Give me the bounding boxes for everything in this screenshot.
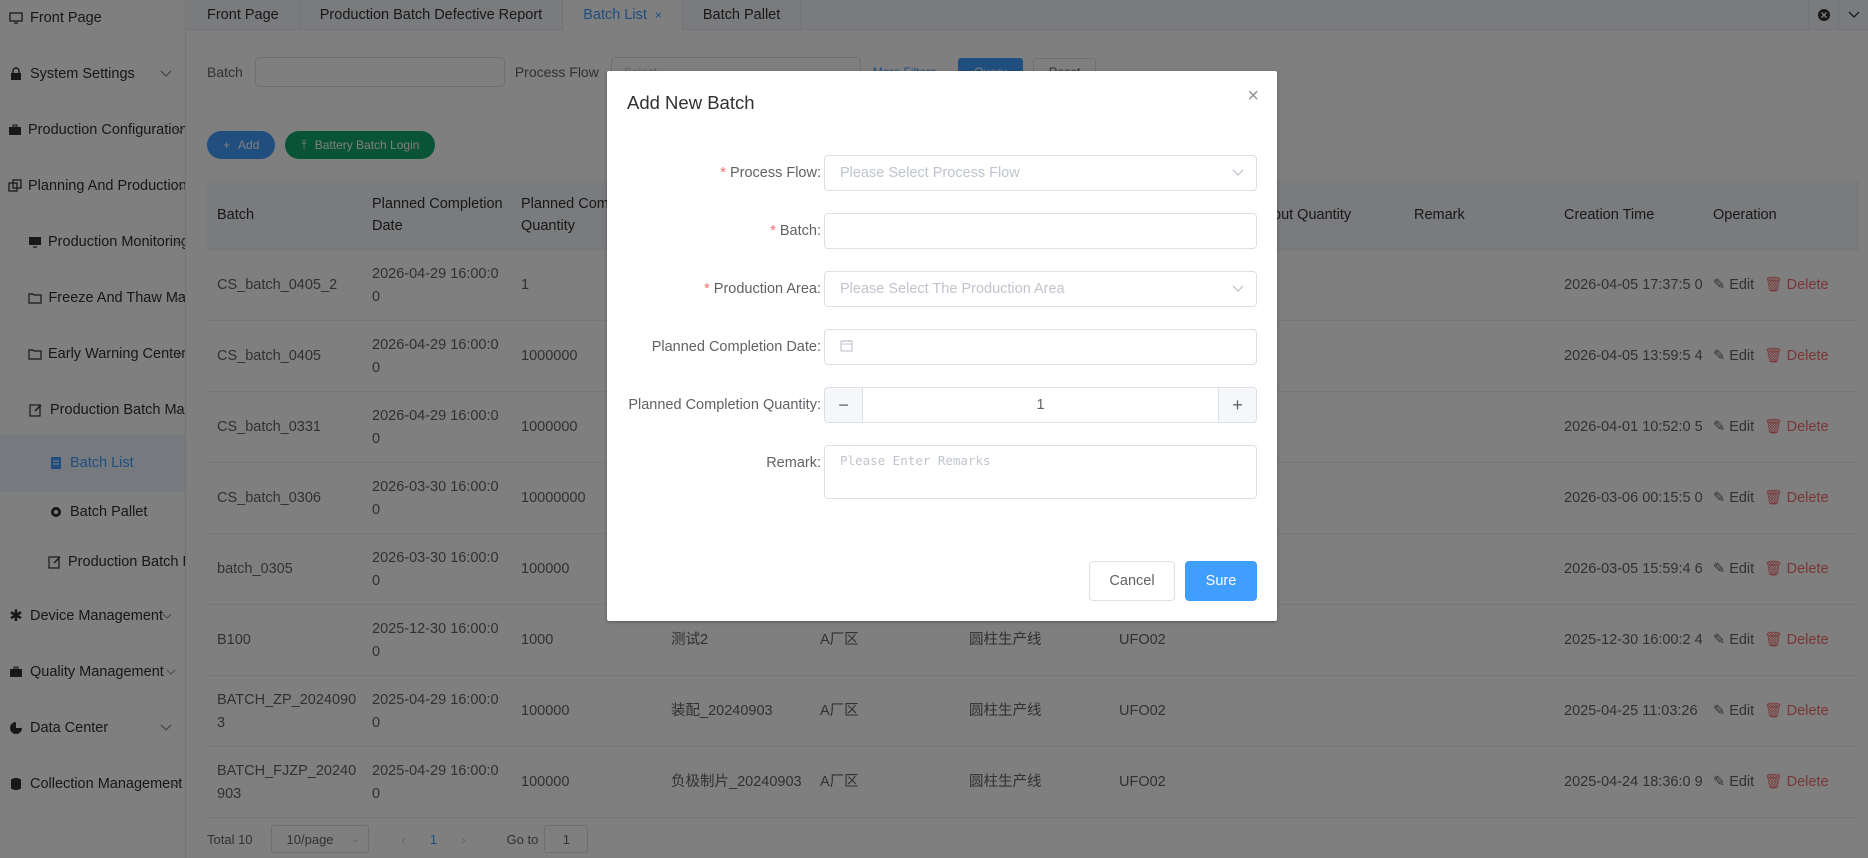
quantity-value[interactable]: 1 <box>863 397 1218 413</box>
required-mark: * <box>720 165 726 181</box>
planned-qty-label: Planned Completion Quantity: <box>628 397 821 413</box>
plus-icon[interactable]: + <box>1218 388 1256 422</box>
batch-row: * Batch: <box>607 213 1277 249</box>
calendar-icon <box>840 339 853 356</box>
production-area-label: * Production Area: <box>704 271 821 307</box>
remark-label: Remark: <box>766 455 821 471</box>
remark-row: Remark: Please Enter Remarks <box>607 445 1277 499</box>
quantity-stepper[interactable]: − 1 + <box>824 387 1257 423</box>
batch-label-text: Batch: <box>779 223 821 239</box>
required-mark: * <box>704 281 710 297</box>
chevron-down-icon <box>1232 281 1244 297</box>
process-flow-select[interactable]: Please Select Process Flow <box>824 155 1257 191</box>
process-flow-row: * Process Flow: Please Select Process Flo… <box>607 155 1277 191</box>
cancel-button[interactable]: Cancel <box>1089 561 1175 601</box>
process-flow-placeholder: Please Select Process Flow <box>840 165 1020 181</box>
batch-label: * Batch: <box>770 213 821 249</box>
batch-input[interactable] <box>824 213 1257 249</box>
process-flow-label: * Process Flow: <box>720 155 821 191</box>
required-mark: * <box>770 223 776 239</box>
planned-qty-row: Planned Completion Quantity: − 1 + <box>607 387 1277 423</box>
production-area-placeholder: Please Select The Production Area <box>840 281 1065 297</box>
process-flow-label-text: Process Flow: <box>729 165 821 181</box>
close-icon[interactable]: × <box>1247 85 1259 108</box>
minus-icon[interactable]: − <box>825 388 863 422</box>
planned-date-picker[interactable] <box>824 329 1257 365</box>
chevron-down-icon <box>1232 165 1244 181</box>
sure-button[interactable]: Sure <box>1185 561 1257 601</box>
add-batch-dialog: Add New Batch × * Process Flow: Please Se… <box>607 71 1277 621</box>
production-area-select[interactable]: Please Select The Production Area <box>824 271 1257 307</box>
production-area-label-text: Production Area: <box>713 281 821 297</box>
remark-placeholder: Please Enter Remarks <box>840 453 991 468</box>
dialog-title: Add New Batch <box>627 92 755 113</box>
planned-date-row: Planned Completion Date: <box>607 329 1277 365</box>
planned-date-label: Planned Completion Date: <box>651 339 821 355</box>
production-area-row: * Production Area: Please Select The Prod… <box>607 271 1277 307</box>
remark-textarea[interactable]: Please Enter Remarks <box>824 445 1257 499</box>
